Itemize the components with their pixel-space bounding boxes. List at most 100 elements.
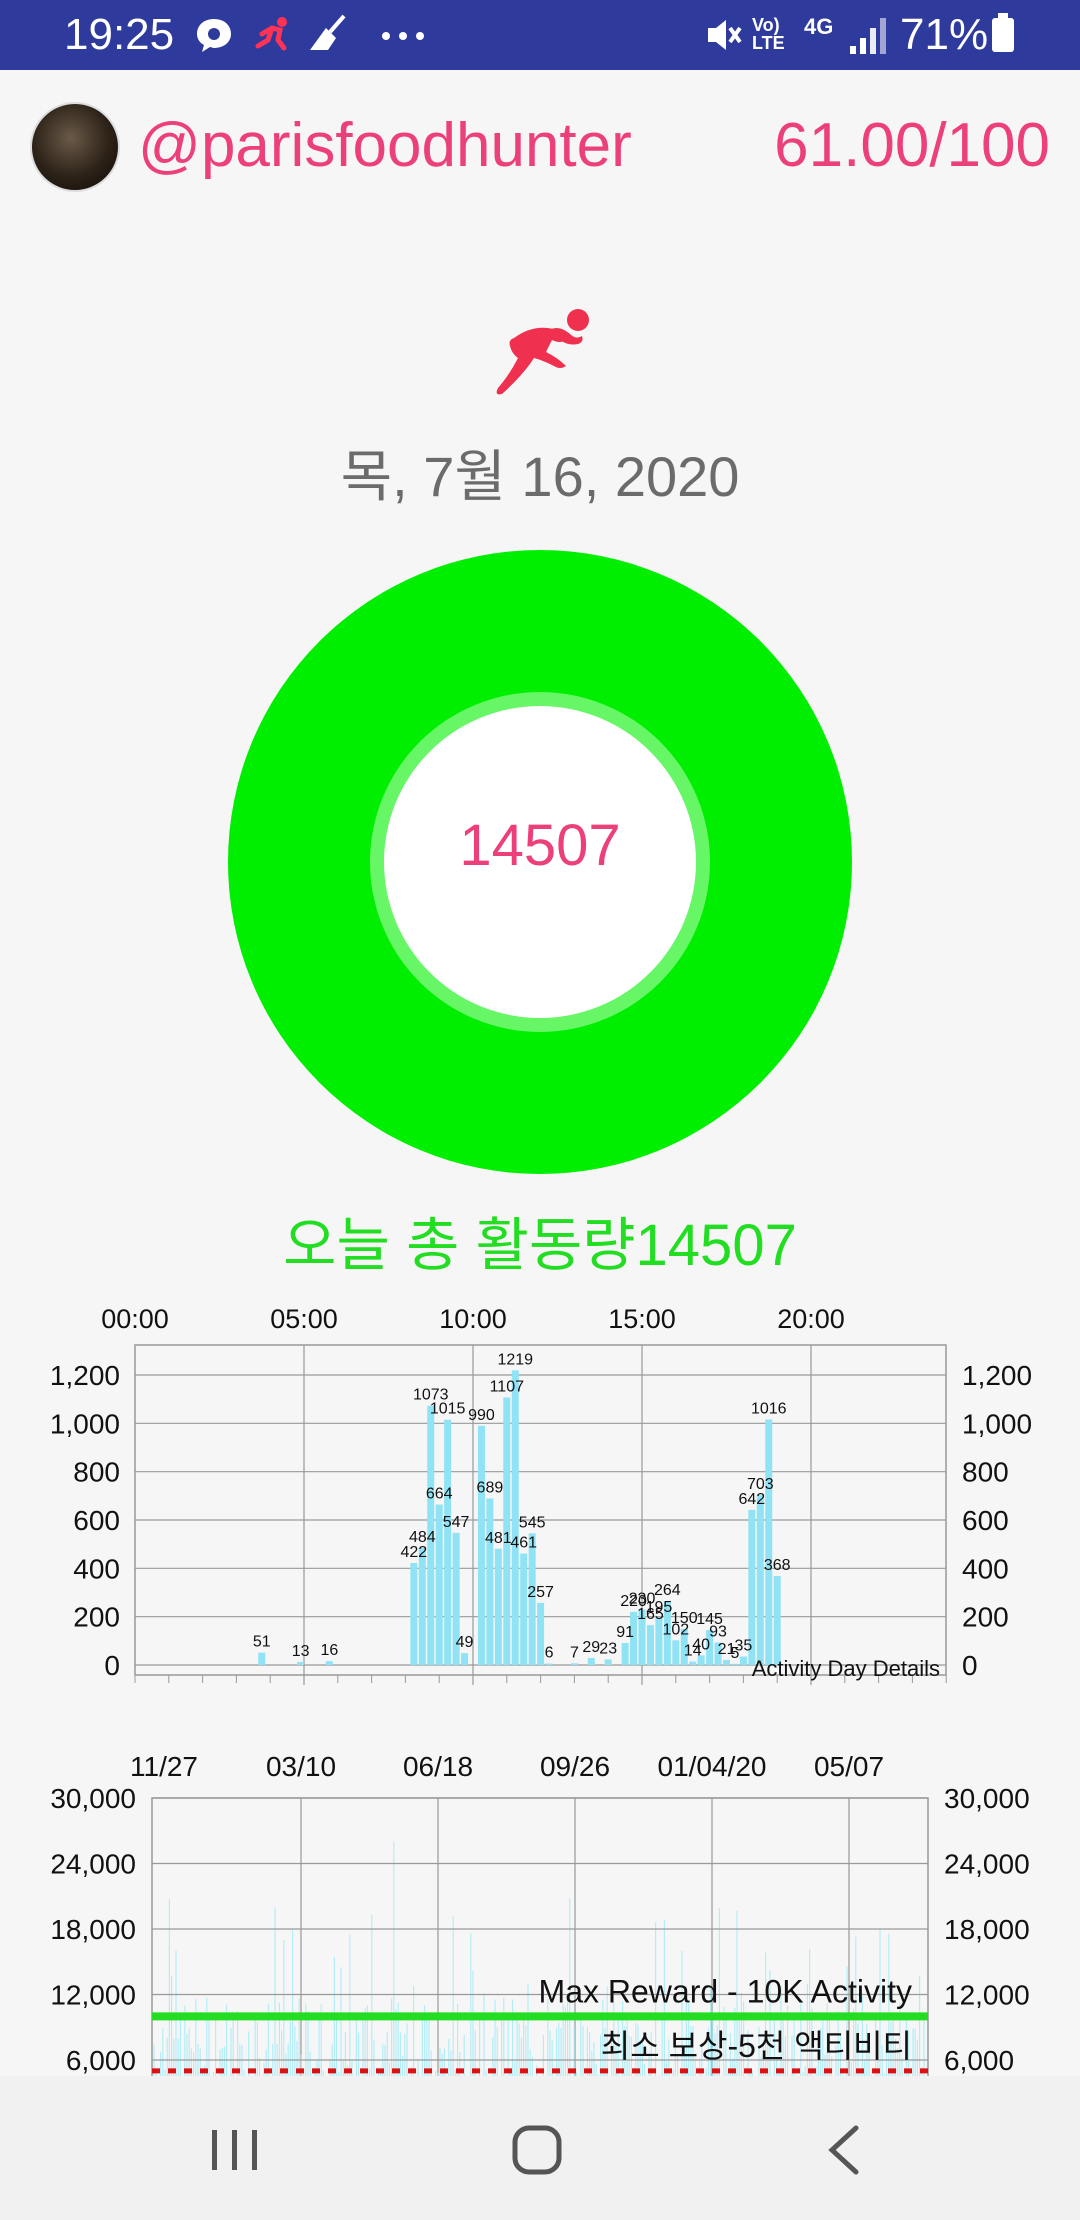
- chart-bar: [773, 1576, 781, 1665]
- bar-value-label: 461: [510, 1535, 537, 1552]
- battery-icon: [992, 13, 1014, 52]
- chart-bar: [258, 1652, 266, 1665]
- y-tick-label-right: 24,000: [944, 1849, 1030, 1880]
- min-reward-label: 최소 보상-5천 액티비티: [601, 2028, 912, 2064]
- bar-value-label: 1219: [497, 1351, 533, 1368]
- y-tick-label-left: 400: [73, 1553, 120, 1584]
- bar-value-label: 1015: [430, 1401, 466, 1418]
- bar-value-label: 6: [545, 1645, 554, 1662]
- chart-bar: [672, 1640, 680, 1665]
- bar-value-label: 481: [485, 1530, 512, 1547]
- x-tick-label: 05/07: [814, 1751, 884, 1782]
- profile-header: @parisfoodhunter 61.00/100: [0, 70, 1080, 220]
- chart-bar: [520, 1553, 528, 1665]
- chart-bar: [418, 1548, 426, 1665]
- y-tick-label-right: 0: [962, 1650, 978, 1681]
- x-tick-label: 09/26: [540, 1751, 610, 1782]
- y-tick-label-left: 1,000: [50, 1408, 120, 1439]
- y-tick-label-left: 0: [104, 1650, 120, 1681]
- x-tick-label: 00:00: [101, 1304, 169, 1334]
- battery-percent: 71%: [900, 10, 989, 59]
- bar-value-label: 35: [735, 1638, 753, 1655]
- chart-bar: [570, 1663, 578, 1665]
- network-type: 4G: [804, 14, 834, 39]
- x-tick-label: 15:00: [608, 1304, 676, 1334]
- score: 61.00/100: [774, 111, 1050, 180]
- y-tick-label-left: 600: [73, 1505, 120, 1536]
- x-tick-label: 20:00: [777, 1304, 845, 1334]
- y-tick-label-right: 18,000: [944, 1914, 1030, 1945]
- ring-value: 14507: [459, 813, 621, 878]
- bar-value-label: 7: [570, 1644, 579, 1661]
- y-tick-label-left: 1,200: [50, 1360, 120, 1391]
- back-icon[interactable]: [810, 2120, 880, 2180]
- y-tick-label-right: 800: [962, 1457, 1009, 1488]
- chart-bar: [646, 1625, 654, 1665]
- bar-value-label: 484: [409, 1529, 436, 1546]
- chart-bar: [435, 1504, 443, 1665]
- chart-bar: [410, 1563, 418, 1665]
- bar-value-label: 368: [764, 1557, 791, 1574]
- chart-bar: [545, 1663, 553, 1665]
- broom-icon: [310, 14, 346, 50]
- y-tick-label-right: 600: [962, 1505, 1009, 1536]
- bar-value-label: 51: [253, 1634, 271, 1651]
- bar-value-label: 93: [709, 1624, 727, 1641]
- chart-bar: [739, 1656, 747, 1665]
- chart-bar: [723, 1659, 730, 1665]
- y-tick-label-right: 12,000: [944, 1980, 1030, 2011]
- chart-bar: [689, 1661, 697, 1665]
- username[interactable]: @parisfoodhunter: [138, 110, 632, 181]
- status-time: 19:25: [64, 10, 175, 59]
- bar-value-label: 257: [527, 1584, 554, 1601]
- avatar[interactable]: [30, 102, 120, 192]
- bar-value-label: 264: [654, 1582, 681, 1599]
- mute-icon: [708, 20, 742, 50]
- bar-value-label: 422: [400, 1544, 427, 1561]
- y-tick-label-right: 6,000: [944, 2045, 1014, 2076]
- runner-icon: [496, 309, 589, 395]
- chart-bar: [731, 1663, 739, 1665]
- chart-annotation: Activity Day Details: [752, 1656, 940, 1681]
- history-activity-chart[interactable]: 11/27 03/10 06/18 09/26 01/04/20 05/07 30,000 3…: [0, 1740, 1080, 2076]
- chart-bar: [477, 1425, 485, 1665]
- y-tick-label-left: 800: [73, 1457, 120, 1488]
- chart-bar: [461, 1653, 469, 1665]
- home-icon[interactable]: [503, 2120, 573, 2180]
- chart-bar: [604, 1659, 612, 1665]
- more-dots-icon: [382, 32, 424, 40]
- activity-ring: 14507: [228, 550, 852, 1174]
- y-tick-label-right: 400: [962, 1553, 1009, 1584]
- day-activity-chart[interactable]: 00:00 05:00 10:00 15:00 20:00 1,200 1,200 1,000…: [0, 1290, 1080, 1720]
- chart-bar: [655, 1617, 663, 1665]
- bar-value-label: 150: [671, 1610, 698, 1627]
- runner-icon: [255, 17, 287, 51]
- chart-bar: [621, 1643, 629, 1665]
- chart-bar: [444, 1419, 452, 1665]
- chart-bar: [325, 1661, 333, 1665]
- chart-bar: [297, 1661, 305, 1665]
- x-tick-label: 05:00: [270, 1304, 338, 1334]
- y-tick-label-left: 18,000: [50, 1914, 136, 1945]
- bar-value-label: 703: [747, 1476, 774, 1493]
- x-tick-label: 10:00: [439, 1304, 507, 1334]
- signal-icon: [850, 16, 886, 54]
- chat-bubble-icon: [197, 19, 231, 52]
- x-tick-label: 11/27: [130, 1751, 198, 1782]
- activity-total: 오늘 총 활동량14507: [283, 1213, 797, 1278]
- chart-bar: [486, 1498, 494, 1665]
- y-tick-label-right: 30,000: [944, 1783, 1030, 1814]
- x-tick-label: 03/10: [266, 1751, 336, 1782]
- y-tick-label-right: 1,000: [962, 1408, 1032, 1439]
- chart-bar: [494, 1548, 502, 1665]
- bar-value-label: 545: [519, 1514, 546, 1531]
- bar-value-label: 40: [692, 1636, 710, 1653]
- chart-bar: [756, 1495, 764, 1665]
- recents-icon[interactable]: [200, 2120, 270, 2180]
- navigation-bar: [0, 2076, 1080, 2220]
- status-bar: 19:25 Vo) LTE 4G 71%: [0, 0, 1080, 70]
- bar-value-label: 13: [292, 1643, 310, 1660]
- bar-value-label: 195: [646, 1599, 673, 1616]
- bar-value-label: 16: [320, 1642, 338, 1659]
- y-tick-label-right: 200: [962, 1602, 1009, 1633]
